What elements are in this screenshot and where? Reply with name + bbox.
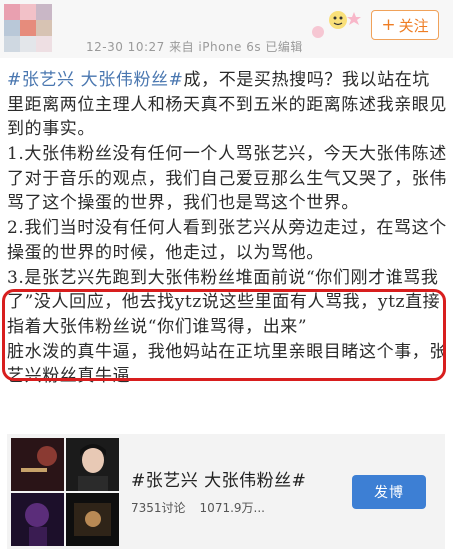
point-2: 2.我们当时没有任何人看到张艺兴从旁边走过，在骂这个操蛋的世界的时候，他走过，以… [7, 218, 447, 263]
post-meta: 12-30 10:27 来自 iPhone 6s 已编辑 [86, 40, 303, 54]
thumbnail-image [11, 493, 64, 546]
discussion-count: 7351讨论 [131, 501, 186, 515]
follow-button[interactable]: + 关注 [371, 10, 439, 40]
post-body: #张艺兴 大张伟粉丝#成，不是买热搜吗？我以站在坑里距离两位主理人和杨天真不到五… [7, 68, 447, 389]
topic-card[interactable]: #张艺兴 大张伟粉丝# 7351讨论 1071.9万... 发博 [7, 434, 445, 549]
portrait-image [66, 438, 119, 491]
post-to-topic-button[interactable]: 发博 [352, 475, 426, 509]
thumbnail-image [11, 438, 64, 491]
hashtag-link[interactable]: #张艺兴 大张伟粉丝# [7, 70, 184, 90]
post-intro: #张艺兴 大张伟粉丝#成，不是买热搜吗？我以站在坑里距离两位主理人和杨天真不到五… [7, 68, 447, 142]
point-1: 1.大张伟粉丝没有任何一个人骂张艺兴，今天大张伟陈述了对于音乐的观点，我们自己爱… [7, 144, 447, 213]
user-avatar[interactable] [4, 4, 54, 54]
post-outro: 脏水泼的真牛逼，我他妈站在正坑里亲眼目睹这个事，张艺兴粉丝真牛逼 [7, 341, 447, 387]
read-count: 1071.9万... [199, 501, 265, 515]
sticker-decoration-icon [312, 11, 361, 38]
topic-title: #张艺兴 大张伟粉丝# [131, 471, 307, 491]
follow-label: 关注 [398, 16, 429, 35]
topic-stats: 7351讨论 1071.9万... [131, 499, 265, 516]
plus-icon: + [381, 14, 396, 35]
post-header: 12-30 10:27 来自 iPhone 6s 已编辑 + 关注 [0, 0, 453, 58]
thumbnail-image [66, 493, 119, 546]
topic-thumbnails [11, 438, 119, 546]
point-3: 3.是张艺兴先跑到大张伟粉丝堆面前说“你们刚才谁骂我了”没人回应，他去找ytz说… [7, 267, 441, 337]
